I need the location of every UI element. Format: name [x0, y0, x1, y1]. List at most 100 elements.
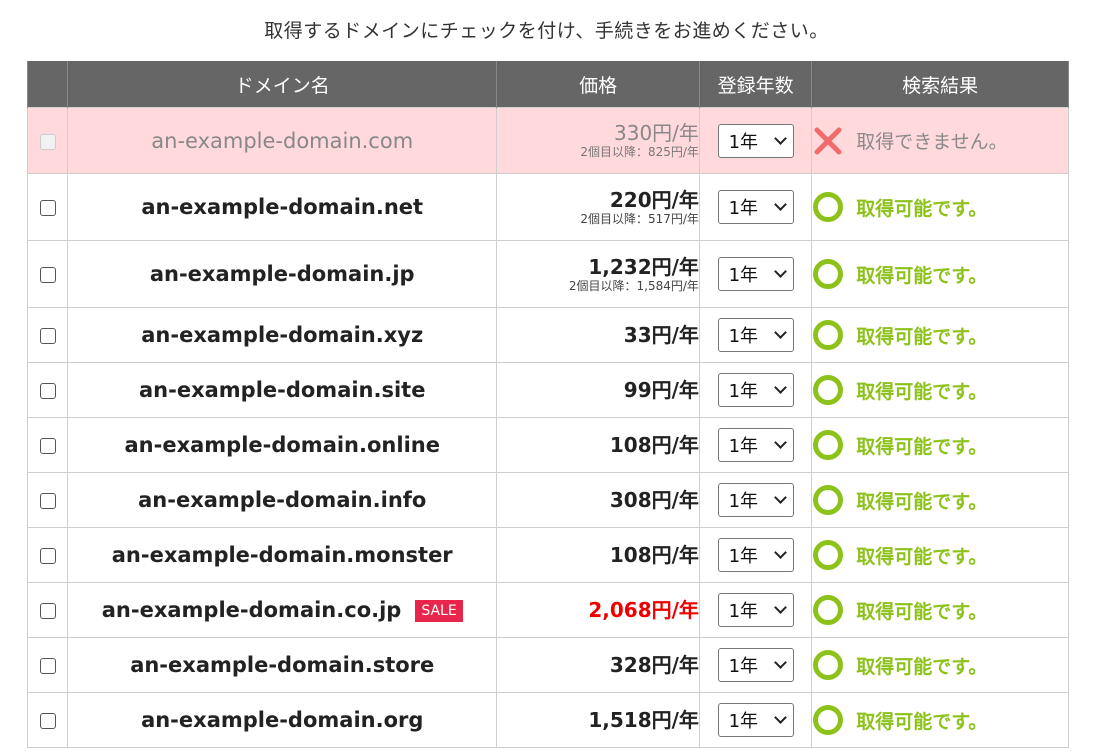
circle-ok-icon	[813, 705, 844, 735]
check-cell	[26, 527, 69, 583]
domain-checkbox[interactable]	[39, 383, 56, 399]
domain-search-results: 取得するドメインにチェックを付け、手続きをお進めください。 ドメイン名 価格 登…	[0, 0, 1093, 753]
chevron-down-icon	[773, 198, 787, 211]
domain-name-cell: an-example-domain.online	[67, 417, 498, 473]
cross-icon	[814, 127, 842, 154]
price-value: 2,068円/年	[588, 598, 699, 622]
years-select[interactable]: 1年	[717, 318, 794, 352]
circle-ok-icon	[813, 540, 844, 570]
years-select[interactable]: 1年	[717, 123, 794, 158]
renewal-price: 2個目以降：1,584円/年	[568, 278, 699, 293]
result-status: 取得可能です。	[812, 258, 1068, 290]
header-result: 検索結果	[811, 61, 1069, 108]
domain-name-cell: an-example-domain.com	[67, 107, 498, 174]
result-cell: 取得可能です。	[811, 472, 1069, 528]
domain-checkbox[interactable]	[39, 267, 56, 283]
years-cell: 1年	[698, 637, 813, 693]
check-cell	[26, 692, 69, 748]
domain-name-cell: an-example-domain.org	[67, 692, 498, 748]
result-status: 取得可能です。	[812, 374, 1068, 406]
domain-name-cell: an-example-domain.jp	[67, 240, 498, 308]
years-select[interactable]: 1年	[717, 483, 794, 517]
years-cell: 1年	[698, 240, 813, 308]
result-cell: 取得可能です。	[811, 173, 1069, 241]
years-select[interactable]: 1年	[717, 648, 794, 682]
years-select[interactable]: 1年	[717, 703, 794, 737]
years-cell: 1年	[698, 527, 813, 583]
price-value: 220円/年	[609, 187, 699, 212]
domain-checkbox[interactable]	[39, 328, 56, 344]
check-cell	[26, 472, 69, 528]
domain-name-cell: an-example-domain.xyz	[67, 307, 498, 363]
years-select[interactable]: 1年	[717, 373, 794, 407]
domain-name: an-example-domain.site	[138, 378, 426, 402]
domain-name: an-example-domain.store	[130, 653, 435, 677]
chevron-down-icon	[773, 381, 787, 394]
header-domain-name: ドメイン名	[67, 61, 498, 108]
table-row: an-example-domain.net 220円/年 2個目以降：517円/年 1…	[26, 173, 1069, 241]
years-select[interactable]: 1年	[717, 538, 794, 572]
chevron-down-icon	[773, 131, 787, 145]
domain-checkbox[interactable]	[39, 200, 56, 216]
circle-ok-icon	[813, 485, 844, 515]
renewal-price: 2個目以降：825円/年	[580, 145, 699, 159]
years-select-value: 1年	[728, 131, 759, 153]
result-cell: 取得可能です。	[811, 692, 1069, 748]
domain-name: an-example-domain.info	[138, 488, 427, 512]
domain-checkbox[interactable]	[39, 493, 56, 509]
table-row: an-example-domain.store 328円/年 1年 取得可能です。	[26, 637, 1069, 693]
domain-name-cell: an-example-domain.monster	[67, 527, 498, 583]
table-row: an-example-domain.co.jp SALE 2,068円/年 1年 取得可…	[26, 582, 1069, 638]
years-select-value: 1年	[728, 711, 759, 732]
sale-badge: SALE	[415, 600, 463, 622]
years-cell: 1年	[698, 692, 813, 748]
header-years: 登録年数	[698, 61, 813, 108]
result-status: 取得可能です。	[812, 704, 1068, 736]
result-cell: 取得可能です。	[811, 417, 1069, 473]
years-select-value: 1年	[728, 546, 759, 567]
table-row: an-example-domain.jp 1,232円/年 2個目以降：1,584円…	[26, 240, 1069, 308]
result-text: 取得可能です。	[856, 710, 988, 733]
years-select[interactable]: 1年	[717, 190, 794, 224]
years-cell: 1年	[698, 472, 813, 528]
result-status: 取得可能です。	[812, 319, 1068, 351]
table-row: an-example-domain.xyz 33円/年 1年 取得可能です。	[26, 307, 1069, 363]
years-cell: 1年	[698, 107, 813, 174]
domain-checkbox[interactable]	[39, 548, 56, 564]
price-value: 1,232円/年	[588, 254, 699, 279]
price-value: 330円/年	[614, 121, 699, 145]
circle-ok-icon	[813, 430, 844, 460]
years-select[interactable]: 1年	[717, 593, 794, 627]
price-cell: 1,232円/年 2個目以降：1,584円/年	[496, 240, 700, 308]
result-status: 取得可能です。	[812, 191, 1068, 223]
result-text: 取得可能です。	[856, 380, 988, 403]
domain-name: an-example-domain.com	[151, 128, 414, 153]
domain-name: an-example-domain.online	[124, 433, 440, 457]
instruction-text: 取得するドメインにチェックを付け、手続きをお進めください。	[264, 20, 829, 42]
years-select[interactable]: 1年	[717, 257, 794, 291]
check-cell	[26, 637, 69, 693]
chevron-down-icon	[773, 326, 787, 339]
domain-checkbox[interactable]	[39, 713, 56, 729]
result-cell: 取得可能です。	[811, 637, 1069, 693]
domain-name-cell: an-example-domain.net	[67, 173, 498, 241]
domain-name-cell: an-example-domain.co.jp SALE	[67, 582, 498, 638]
years-select[interactable]: 1年	[717, 428, 794, 462]
renewal-price: 2個目以降：517円/年	[580, 211, 699, 226]
check-cell	[26, 107, 69, 174]
years-select-value: 1年	[728, 198, 759, 219]
circle-ok-icon	[813, 320, 844, 350]
domain-checkbox[interactable]	[39, 438, 56, 454]
price-cell: 108円/年	[496, 417, 700, 473]
domain-checkbox[interactable]	[39, 603, 56, 619]
result-text: 取得可能です。	[856, 435, 988, 458]
table-row: an-example-domain.com 330円/年 2個目以降：825円/年 1…	[26, 107, 1069, 174]
result-text: 取得可能です。	[856, 197, 988, 220]
result-cell: 取得可能です。	[811, 582, 1069, 638]
circle-ok-icon	[813, 650, 844, 680]
result-cell: 取得可能です。	[811, 362, 1069, 418]
table-row: an-example-domain.org 1,518円/年 1年 取得可能です。	[26, 692, 1069, 748]
domain-checkbox[interactable]	[39, 658, 56, 674]
domain-table: ドメイン名 価格 登録年数 検索結果 an-example-domain.com…	[26, 61, 1069, 748]
circle-ok-icon	[813, 375, 844, 405]
